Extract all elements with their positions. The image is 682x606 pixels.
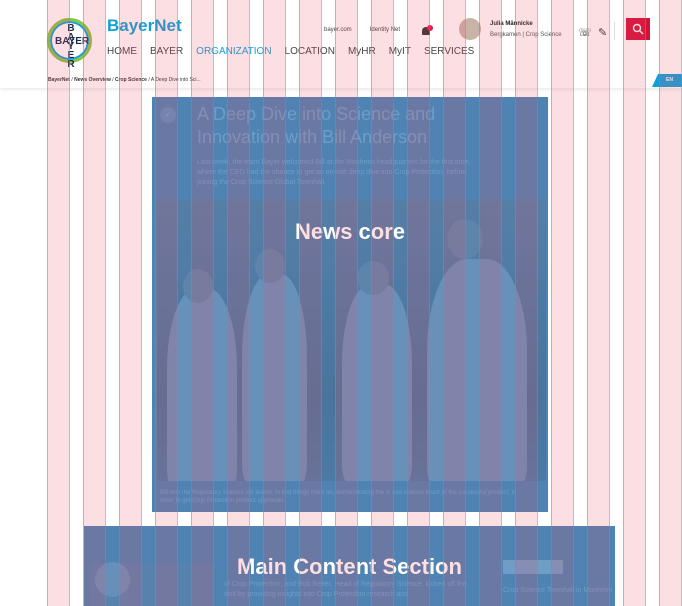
logo-horizontal-text: BAYER — [55, 36, 90, 47]
news-lead: Last week, the team Bayer welcomed Bill … — [197, 159, 471, 186]
grid-column — [659, 0, 681, 606]
grid-guide-line — [659, 0, 660, 606]
breadcrumb-item[interactable]: Crop Science — [115, 77, 147, 83]
page: B A Y E R BAYER BayerNet HOME BAYER ORGA… — [0, 0, 682, 606]
nav-item-myhr[interactable]: MyHR — [348, 46, 376, 57]
grid-guide-line — [551, 0, 552, 606]
header-divider — [614, 22, 615, 40]
brand-name[interactable]: BayerNet — [107, 16, 182, 36]
person-figure — [242, 274, 307, 481]
grid-column — [47, 0, 69, 606]
breadcrumb-item[interactable]: News Overview — [74, 77, 111, 83]
breadcrumb-current: A Deep Dive into Sci... — [150, 77, 201, 83]
top-links: bayer.com Identity Net — [324, 27, 400, 33]
notification-dot — [427, 25, 433, 31]
link-bayer-com[interactable]: bayer.com — [324, 27, 352, 33]
edit-pencil-icon[interactable]: ✎ — [598, 26, 607, 39]
news-core-label: News core — [294, 219, 406, 244]
search-button[interactable] — [626, 18, 650, 40]
person-figure — [167, 289, 237, 481]
main-content-text: of Crop Protection, and Bob Reiter, Head… — [224, 581, 467, 598]
link-identity-net[interactable]: Identity Net — [370, 27, 400, 33]
user-name: Julia Männicke — [490, 21, 533, 27]
nav-item-home[interactable]: HOME — [107, 46, 137, 57]
grid-column — [119, 0, 141, 606]
breadcrumb-item[interactable]: BayerNet — [48, 77, 70, 83]
bayer-logo[interactable]: B A Y E R BAYER — [47, 18, 92, 70]
nav-item-myit[interactable]: MyIT — [389, 46, 411, 57]
grid-column — [83, 0, 105, 606]
site-header: B A Y E R BAYER BayerNet HOME BAYER ORGA… — [0, 0, 682, 74]
grid-guide-line — [587, 0, 588, 606]
person-head — [357, 261, 389, 295]
person-figure — [427, 259, 527, 481]
nav-item-bayer[interactable]: BAYER — [150, 46, 183, 57]
grid-guide-line — [47, 0, 48, 606]
image-caption: Bill with the Regulatory Science lab tea… — [160, 490, 517, 504]
nav-item-organization[interactable]: ORGANIZATION — [196, 46, 271, 57]
main-content-label: Main Content Section — [237, 554, 462, 579]
grid-guide-line — [69, 0, 70, 606]
notification-bell-icon[interactable] — [421, 25, 433, 37]
news-title: A Deep Dive into Science and Innovation … — [197, 104, 436, 147]
user-avatar[interactable] — [459, 18, 481, 40]
side-teaser-text[interactable]: Crop Science Townhall in Monheim — [503, 586, 613, 596]
grid-column — [623, 0, 645, 606]
grid-guide-line — [119, 0, 120, 606]
grid-guide-line — [609, 0, 610, 606]
grid-guide-line — [141, 0, 142, 606]
nav-item-location[interactable]: LOCATION — [285, 46, 335, 57]
grid-column — [587, 0, 609, 606]
grid-guide-line — [105, 0, 106, 606]
grid-guide-line — [645, 0, 646, 606]
news-category-icon: ✓ — [160, 107, 176, 123]
nav-item-services[interactable]: SERVICES — [424, 46, 474, 57]
grid-guide-line — [623, 0, 624, 606]
search-icon — [632, 23, 644, 35]
person-figure — [342, 284, 412, 481]
person-head — [183, 269, 213, 303]
user-location: Bergkamen | Crop Science — [490, 32, 562, 38]
grid-column — [551, 0, 573, 606]
person-head — [255, 249, 285, 283]
grid-guide-line — [573, 0, 574, 606]
breadcrumb: BayerNet / News Overview / Crop Science … — [48, 77, 201, 83]
grid-guide-line — [83, 0, 84, 606]
headset-icon[interactable]: ☏ — [578, 26, 592, 39]
main-nav: HOME BAYER ORGANIZATION LOCATION MyHR My… — [107, 46, 474, 57]
